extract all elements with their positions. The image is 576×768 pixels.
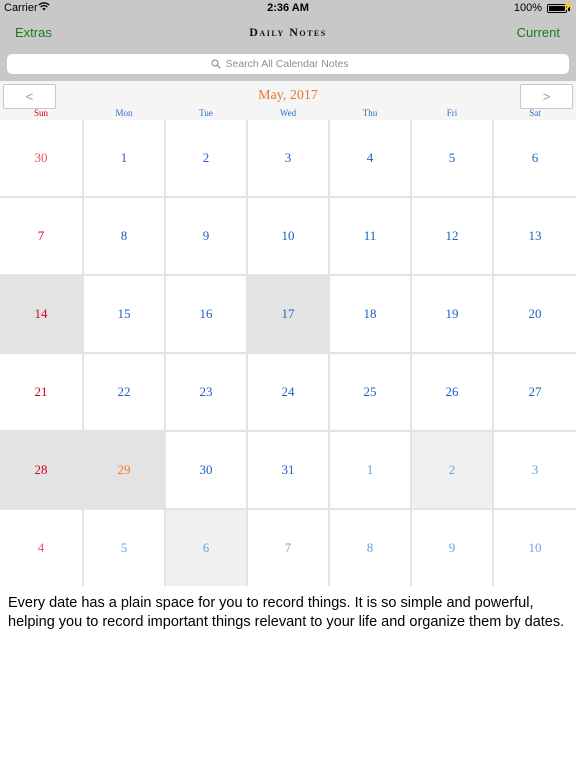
calendar-day-cell[interactable]: 22 bbox=[84, 354, 164, 430]
calendar-day-cell[interactable]: 15 bbox=[84, 276, 164, 352]
calendar-day-cell[interactable]: 14 bbox=[0, 276, 82, 352]
search-field[interactable] bbox=[7, 54, 569, 74]
notes-area bbox=[0, 586, 576, 768]
calendar-day-cell[interactable]: 23 bbox=[166, 354, 246, 430]
charging-icon: ⚡ bbox=[561, 1, 574, 12]
calendar-day-cell[interactable]: 27 bbox=[494, 354, 576, 430]
calendar-grid: 30 1 2 3 4 5 6 7 8 9 10 11 12 13 14 15 16 17 18 19 20 21 22 23 2… bbox=[0, 120, 576, 586]
calendar-day-cell[interactable]: 3 bbox=[494, 432, 576, 508]
search-bar bbox=[0, 47, 576, 81]
current-button[interactable]: Current bbox=[517, 25, 560, 40]
page-title: Daily Notes bbox=[249, 25, 327, 39]
calendar-day-cell[interactable]: 9 bbox=[412, 510, 492, 586]
calendar-day-cell[interactable]: 13 bbox=[494, 198, 576, 274]
weekday-label: Fri bbox=[446, 108, 458, 118]
next-month-button[interactable]: > bbox=[520, 84, 573, 109]
calendar-day-cell[interactable]: 24 bbox=[248, 354, 328, 430]
calendar-header: < May, 2017 > Sun Mon Tue Wed Thu Fri Sat bbox=[0, 81, 576, 120]
calendar-day-cell[interactable]: 16 bbox=[166, 276, 246, 352]
calendar-day-cell[interactable]: 29 bbox=[84, 432, 164, 508]
calendar-day-cell[interactable]: 30 bbox=[0, 120, 82, 196]
calendar-day-cell[interactable]: 5 bbox=[412, 120, 492, 196]
clock-time: 2:36 AM bbox=[267, 2, 309, 14]
calendar-day-cell[interactable]: 26 bbox=[412, 354, 492, 430]
weekday-label: Mon bbox=[115, 108, 133, 118]
calendar-day-cell[interactable]: 7 bbox=[0, 198, 82, 274]
notes-textarea[interactable] bbox=[0, 586, 576, 768]
calendar-day-cell[interactable]: 25 bbox=[330, 354, 410, 430]
calendar-day-cell[interactable]: 1 bbox=[330, 432, 410, 508]
calendar-day-cell[interactable]: 6 bbox=[494, 120, 576, 196]
calendar-day-cell[interactable]: 17 bbox=[248, 276, 328, 352]
calendar-day-cell[interactable]: 6 bbox=[166, 510, 246, 586]
calendar-day-cell[interactable]: 30 bbox=[166, 432, 246, 508]
status-bar: Carrier 2:36 AM 100% ⚡ bbox=[0, 0, 576, 17]
month-title: May, 2017 bbox=[258, 88, 318, 103]
weekday-label: Tue bbox=[199, 108, 213, 118]
calendar-day-cell[interactable]: 10 bbox=[494, 510, 576, 586]
weekday-label: Sat bbox=[529, 108, 541, 118]
calendar-day-cell[interactable]: 2 bbox=[412, 432, 492, 508]
calendar-day-cell[interactable]: 8 bbox=[330, 510, 410, 586]
weekday-label: Thu bbox=[362, 108, 378, 118]
calendar-day-cell[interactable]: 8 bbox=[84, 198, 164, 274]
calendar-day-cell[interactable]: 28 bbox=[0, 432, 82, 508]
calendar-day-cell[interactable]: 7 bbox=[248, 510, 328, 586]
calendar-day-cell[interactable]: 31 bbox=[248, 432, 328, 508]
weekday-label: Wed bbox=[279, 108, 297, 118]
calendar-day-cell[interactable]: 4 bbox=[330, 120, 410, 196]
calendar-day-cell[interactable]: 12 bbox=[412, 198, 492, 274]
search-input[interactable] bbox=[225, 58, 366, 70]
weekday-label: Sun bbox=[33, 108, 48, 118]
battery-percent: 100% bbox=[513, 2, 542, 14]
calendar-day-cell[interactable]: 5 bbox=[84, 510, 164, 586]
calendar-day-cell[interactable]: 21 bbox=[0, 354, 82, 430]
calendar-day-cell[interactable]: 20 bbox=[494, 276, 576, 352]
calendar-day-cell[interactable]: 4 bbox=[0, 510, 82, 586]
calendar-day-cell[interactable]: 10 bbox=[248, 198, 328, 274]
calendar-day-cell[interactable]: 3 bbox=[248, 120, 328, 196]
navigation-bar: Extras Daily Notes Current bbox=[0, 17, 576, 47]
calendar-day-cell[interactable]: 2 bbox=[166, 120, 246, 196]
calendar-day-cell[interactable]: 19 bbox=[412, 276, 492, 352]
weekday-header-row: Sun Mon Tue Wed Thu Fri Sat bbox=[0, 108, 576, 120]
calendar-day-cell[interactable]: 9 bbox=[166, 198, 246, 274]
calendar-day-cell[interactable]: 11 bbox=[330, 198, 410, 274]
calendar-day-cell[interactable]: 18 bbox=[330, 276, 410, 352]
search-icon bbox=[210, 59, 221, 69]
calendar-day-cell[interactable]: 1 bbox=[84, 120, 164, 196]
